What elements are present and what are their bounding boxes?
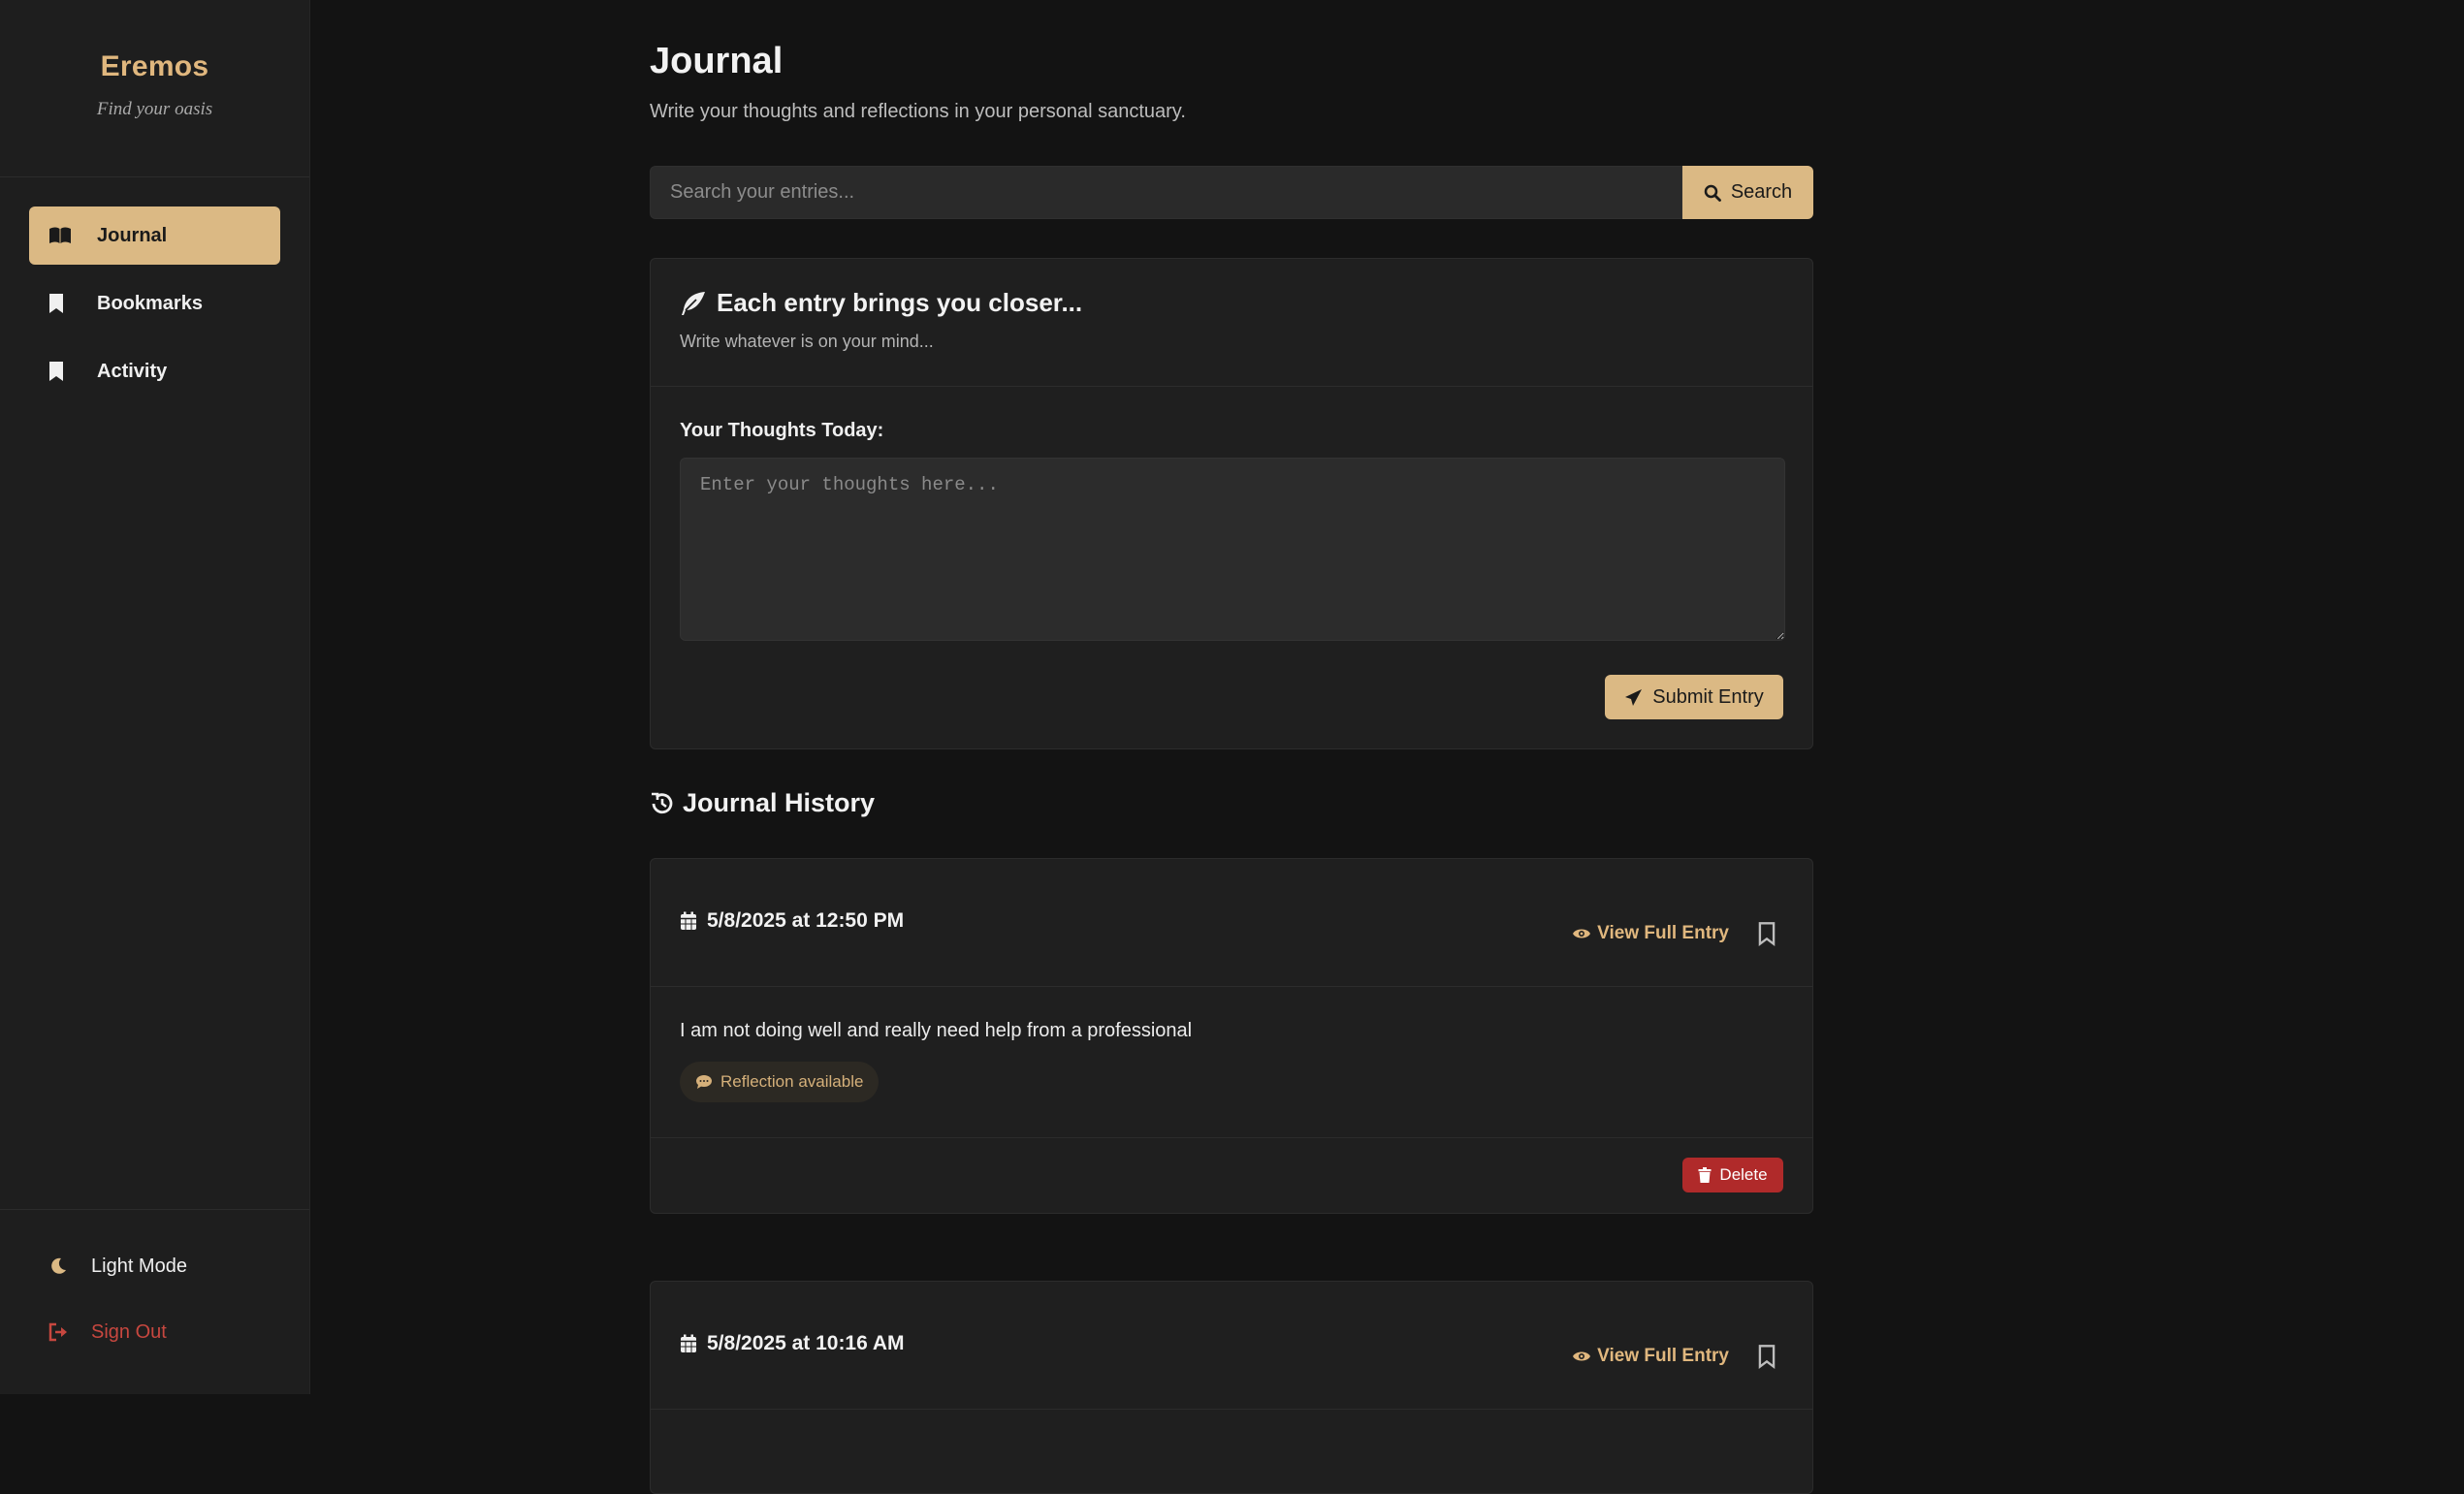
view-full-entry-label: View Full Entry — [1597, 923, 1729, 943]
search-button-label: Search — [1730, 181, 1793, 203]
sidebar-item-bookmarks[interactable]: Bookmarks — [29, 274, 280, 333]
calendar-icon — [681, 1334, 696, 1352]
composer-title: Each entry brings you closer... — [717, 288, 1083, 317]
sidebar-item-journal[interactable]: Journal — [29, 207, 280, 265]
search-bar: Search — [650, 166, 1813, 219]
brand: Eremos Find your oasis — [0, 0, 309, 177]
delete-button[interactable]: Delete — [1682, 1158, 1783, 1192]
journal-history-heading: Journal History — [650, 788, 875, 818]
bookmark-icon — [48, 361, 76, 382]
reflection-badge-label: Reflection available — [720, 1072, 864, 1091]
feather-icon — [682, 291, 705, 315]
eye-icon — [1573, 929, 1591, 938]
journal-entry: 5/8/2025 at 12:50 PM View Full Entry I a… — [650, 858, 1813, 1214]
submit-entry-label: Submit Entry — [1652, 685, 1764, 708]
brand-name: Eremos — [100, 50, 209, 82]
light-mode-label: Light Mode — [91, 1255, 187, 1277]
entry-header: 5/8/2025 at 10:16 AM View Full Entry — [651, 1282, 1812, 1410]
calendar-icon — [681, 911, 696, 930]
sidebar-item-activity[interactable]: Activity — [29, 342, 280, 400]
book-open-icon — [48, 225, 76, 246]
page-subtitle: Write your thoughts and reflections in y… — [650, 101, 1186, 122]
journal-history-title: Journal History — [683, 788, 876, 817]
search-button[interactable]: Search — [1682, 166, 1813, 219]
bookmark-icon[interactable] — [1756, 1344, 1777, 1369]
sidebar-item-label: Journal — [97, 224, 168, 246]
sign-out-label: Sign Out — [91, 1320, 167, 1343]
delete-label: Delete — [1719, 1165, 1768, 1184]
history-icon — [652, 792, 673, 813]
composer-title-row: Each entry brings you closer... — [680, 288, 1783, 318]
entry-date-row: 5/8/2025 at 12:50 PM — [680, 909, 904, 933]
search-icon — [1704, 184, 1721, 202]
view-full-entry-label: View Full Entry — [1597, 1346, 1729, 1366]
sign-out-icon — [48, 1321, 76, 1343]
trash-icon — [1698, 1167, 1712, 1183]
bookmark-icon — [48, 293, 76, 314]
submit-entry-button[interactable]: Submit Entry — [1605, 675, 1783, 719]
entry-date: 5/8/2025 at 12:50 PM — [707, 909, 905, 932]
comment-icon — [696, 1075, 712, 1089]
page-title: Journal — [650, 41, 784, 81]
thoughts-textarea[interactable] — [680, 458, 1785, 641]
sidebar: Eremos Find your oasis Journal Bookmarks… — [0, 0, 310, 1394]
moon-icon — [48, 1256, 76, 1277]
composer-body: Your Thoughts Today: — [651, 387, 1812, 646]
thoughts-label: Your Thoughts Today: — [680, 420, 884, 441]
sign-out-button[interactable]: Sign Out — [29, 1305, 280, 1359]
entry-date: 5/8/2025 at 10:16 AM — [707, 1332, 905, 1354]
sidebar-item-label: Activity — [97, 360, 168, 382]
bookmark-icon[interactable] — [1756, 921, 1777, 946]
entry-date-row: 5/8/2025 at 10:16 AM — [680, 1332, 905, 1355]
search-input[interactable] — [650, 166, 1682, 219]
sidebar-nav: Journal Bookmarks Activity — [0, 177, 309, 439]
paper-plane-icon — [1625, 688, 1643, 706]
sidebar-footer: Light Mode Sign Out — [0, 1209, 309, 1394]
entry-text: I am not doing well and really need help… — [680, 1020, 1193, 1041]
entry-header: 5/8/2025 at 12:50 PM View Full Entry — [651, 859, 1812, 987]
light-mode-toggle[interactable]: Light Mode — [29, 1239, 280, 1293]
entry-composer: Each entry brings you closer... Write wh… — [650, 258, 1813, 749]
journal-entry: 5/8/2025 at 10:16 AM View Full Entry — [650, 1281, 1813, 1494]
reflection-badge: Reflection available — [680, 1062, 880, 1102]
entry-footer: Delete — [651, 1138, 1812, 1213]
composer-header: Each entry brings you closer... Write wh… — [651, 259, 1812, 387]
eye-icon — [1573, 1351, 1591, 1361]
sidebar-item-label: Bookmarks — [97, 292, 203, 314]
brand-tagline: Find your oasis — [96, 99, 213, 119]
composer-subtitle: Write whatever is on your mind... — [680, 332, 934, 351]
view-full-entry-link[interactable]: View Full Entry — [1572, 1346, 1729, 1367]
view-full-entry-link[interactable]: View Full Entry — [1572, 923, 1729, 944]
entry-body: I am not doing well and really need help… — [651, 987, 1812, 1138]
